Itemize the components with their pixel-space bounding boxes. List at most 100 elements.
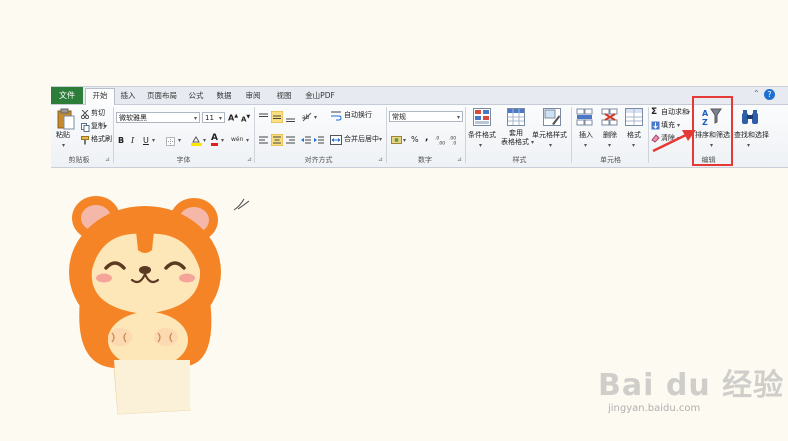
delete-cells-icon [601, 108, 618, 126]
number-launcher-icon[interactable]: ⊿ [457, 156, 462, 163]
align-bottom-icon[interactable] [285, 112, 296, 123]
copy-icon [81, 123, 90, 132]
tab-insert[interactable]: 插入 [117, 89, 139, 103]
font-name-value: 微软雅黑 [119, 114, 147, 122]
tab-home[interactable]: 开始 [85, 88, 115, 106]
font-color-button[interactable]: A [211, 134, 218, 146]
decrease-decimal-icon[interactable]: .00.0 [449, 135, 461, 146]
currency-icon[interactable] [391, 135, 402, 145]
clipboard-launcher-icon[interactable]: ⊿ [105, 156, 110, 163]
baidu-watermark-url: jingyan.baidu.com [608, 403, 701, 414]
group-label-number: 数字 [418, 156, 432, 164]
align-top-icon[interactable] [258, 112, 269, 123]
alignment-launcher-icon[interactable]: ⊿ [378, 156, 383, 163]
increase-indent-icon[interactable] [314, 135, 325, 146]
delete-cells-button[interactable]: 删除 [603, 131, 617, 140]
align-left-icon[interactable] [258, 135, 269, 146]
conditional-dropdown-icon[interactable]: ▾ [479, 141, 482, 150]
decrease-indent-icon[interactable] [301, 135, 312, 146]
currency-dropdown-icon[interactable]: ▾ [403, 136, 406, 145]
insert-cells-button[interactable]: 插入 [579, 131, 593, 140]
tab-formulas[interactable]: 公式 [185, 89, 207, 103]
paste-icon [57, 108, 75, 130]
tab-view[interactable]: 视图 [273, 89, 295, 103]
number-format-select[interactable]: 常规 ▾ [389, 111, 463, 122]
autosum-button[interactable]: 自动求和 [661, 108, 689, 117]
italic-button[interactable]: I [131, 136, 134, 145]
number-format-value: 常规 [392, 113, 406, 121]
underline-dropdown-icon[interactable]: ▾ [152, 136, 155, 145]
paste-dropdown-icon[interactable]: ▾ [62, 141, 65, 150]
orientation-icon[interactable]: ab [301, 111, 313, 123]
font-size-select[interactable]: 11 ▾ [202, 112, 225, 123]
baidu-watermark: Bai du 经验 [598, 368, 785, 403]
fill-color-dropdown-icon[interactable]: ▾ [203, 136, 206, 145]
group-separator [113, 107, 114, 163]
borders-icon[interactable] [166, 137, 176, 146]
format-as-table-label-1[interactable]: 套用 [509, 129, 523, 138]
group-separator [254, 107, 255, 163]
merge-center-button[interactable]: 合并后居中 [344, 135, 379, 144]
group-label-cells: 单元格 [600, 156, 621, 164]
group-separator [571, 107, 572, 163]
scissors-icon [81, 110, 90, 119]
conditional-formatting-button[interactable]: 条件格式 [468, 131, 496, 140]
group-label-clipboard: 剪贴板 [68, 156, 90, 164]
font-launcher-icon[interactable]: ⊿ [247, 156, 252, 163]
format-cells-button[interactable]: 格式 [627, 131, 641, 140]
insert-dropdown-icon[interactable]: ▾ [584, 141, 587, 150]
underline-button[interactable]: U [143, 136, 149, 145]
copy-dropdown-icon[interactable]: ▾ [104, 122, 107, 131]
fill-color-icon[interactable] [191, 136, 202, 146]
minimize-ribbon-icon[interactable]: ⌃ [753, 89, 760, 98]
delete-dropdown-icon[interactable]: ▾ [608, 141, 611, 150]
ribbon-tab-bar: 文件 开始 插入 页面布局 公式 数据 审阅 视图 金山PDF ⌃ ? [51, 87, 788, 106]
font-size-value: 11 [205, 114, 214, 122]
align-right-icon[interactable] [285, 135, 296, 146]
format-as-table-button[interactable]: 表格格式 [501, 138, 529, 147]
wrap-text-icon [331, 111, 342, 121]
bold-button[interactable]: B [118, 136, 124, 145]
increase-decimal-icon[interactable]: .0.00 [435, 135, 447, 146]
find-select-button[interactable]: 查找和选择 [734, 131, 769, 140]
percent-button[interactable]: % [411, 135, 419, 144]
help-icon[interactable]: ? [764, 89, 775, 100]
group-separator [648, 107, 649, 163]
phonetic-dropdown-icon[interactable]: ▾ [246, 136, 249, 145]
svg-text:.0: .0 [452, 141, 456, 146]
find-select-dropdown-icon[interactable]: ▾ [747, 141, 750, 150]
wrap-text-button[interactable]: 自动换行 [344, 111, 372, 120]
phonetic-button[interactable]: wén [231, 135, 243, 144]
format-cells-icon [625, 108, 643, 126]
tab-page-layout[interactable]: 页面布局 [144, 89, 180, 103]
font-color-dropdown-icon[interactable]: ▾ [221, 136, 224, 145]
tab-kingsoft-pdf[interactable]: 金山PDF [303, 89, 337, 103]
group-separator [386, 107, 387, 163]
format-dropdown-icon[interactable]: ▾ [632, 141, 635, 150]
font-name-select[interactable]: 微软雅黑 ▾ [116, 112, 200, 123]
autosum-dropdown-icon[interactable]: ▾ [687, 108, 690, 117]
shrink-font-button[interactable]: A▼ [241, 113, 250, 124]
format-painter-button[interactable]: 格式刷 [91, 135, 112, 144]
annotation-arrow-icon [652, 130, 696, 153]
merge-dropdown-icon[interactable]: ▾ [379, 135, 382, 144]
orientation-dropdown-icon[interactable]: ▾ [314, 113, 317, 122]
group-label-font: 字体 [176, 156, 191, 164]
cut-button[interactable]: 剪切 [91, 109, 105, 118]
svg-text:ab: ab [302, 114, 310, 121]
cell-styles-dropdown-icon[interactable]: ▾ [549, 141, 552, 150]
tab-review[interactable]: 审阅 [242, 89, 264, 103]
paste-button[interactable]: 粘贴 [56, 131, 70, 140]
insert-cells-icon [576, 108, 593, 126]
borders-dropdown-icon[interactable]: ▾ [178, 136, 181, 145]
copy-button[interactable]: 复制 [91, 122, 105, 131]
tab-data[interactable]: 数据 [213, 89, 235, 103]
group-label-alignment: 对齐方式 [304, 156, 333, 164]
tab-file[interactable]: 文件 [51, 87, 83, 104]
align-center-icon[interactable] [271, 134, 283, 146]
comma-style-button[interactable]: , [425, 134, 428, 143]
align-middle-icon[interactable] [271, 111, 283, 123]
grow-font-button[interactable]: A▲ [228, 112, 238, 123]
chevron-down-icon: ▾ [456, 114, 460, 121]
cell-styles-button[interactable]: 单元格样式 [532, 131, 567, 140]
